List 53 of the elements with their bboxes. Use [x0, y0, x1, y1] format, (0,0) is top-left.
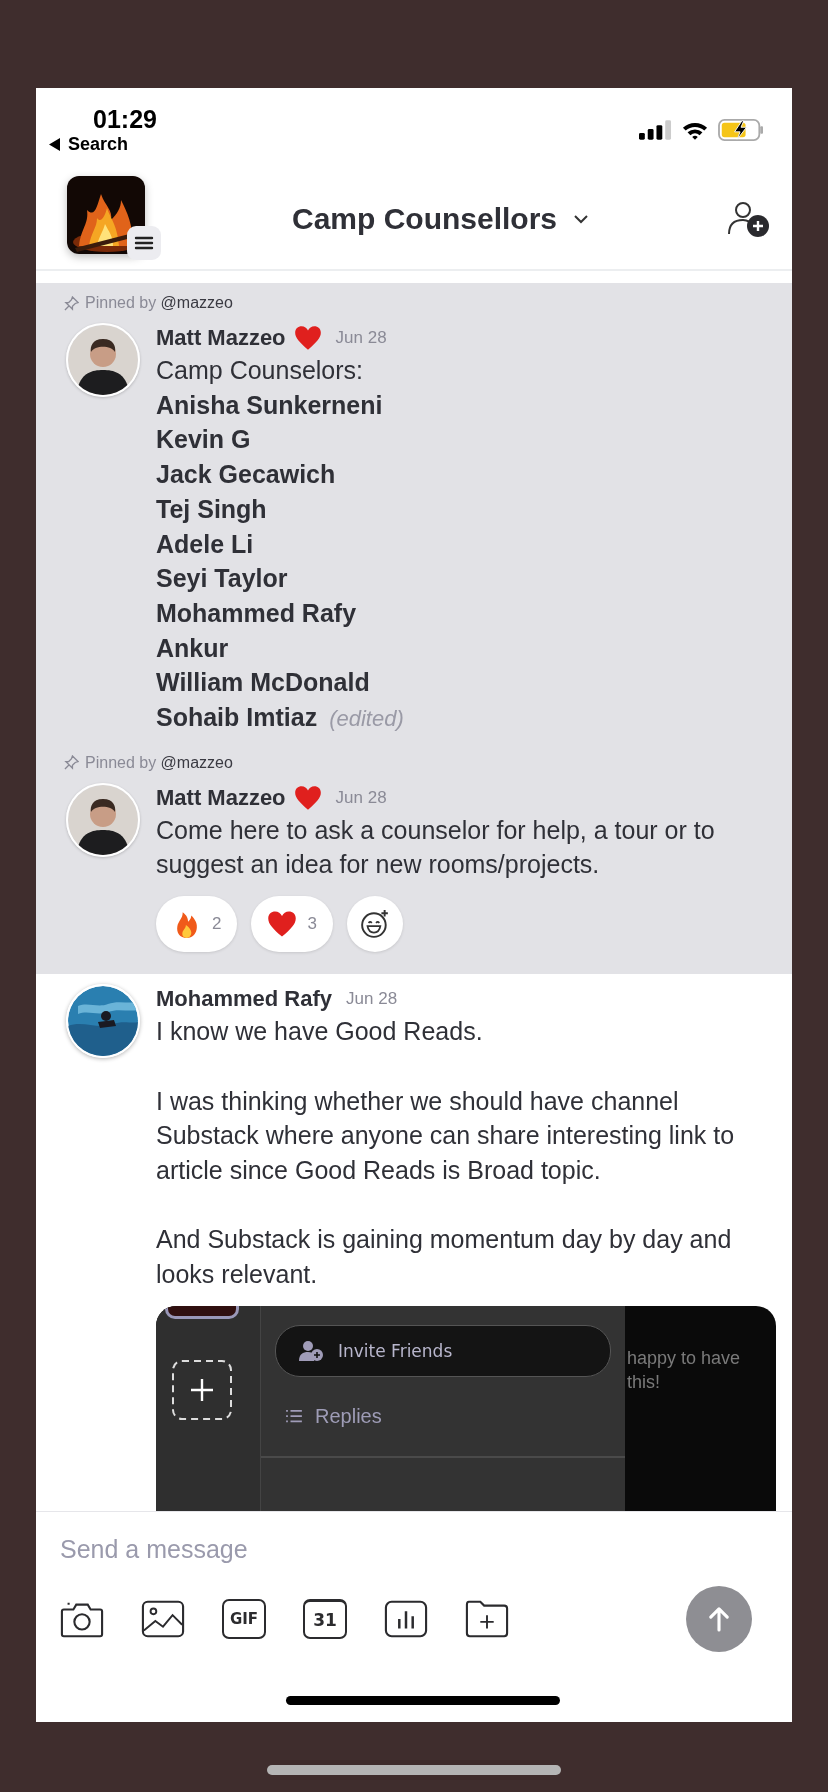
- add-emoji-icon: [359, 909, 390, 940]
- message-input[interactable]: Send a message: [60, 1534, 560, 1564]
- screenshot-attachment[interactable]: Invite Friends Replies happy to have this!: [156, 1305, 776, 1511]
- message-text: William McDonald: [156, 667, 371, 699]
- channel-title-dropdown[interactable]: Camp Counsellors: [145, 201, 726, 236]
- message-text: Mohammed Rafy: [156, 597, 358, 629]
- bar-chart-icon[interactable]: [384, 1599, 428, 1639]
- message-text: I was thinking whether we should have channel Substack where anyone can share interesting link to article since Good Reads is Broad topic.: [156, 1085, 736, 1186]
- author-name[interactable]: Mohammed Rafy: [156, 986, 333, 1013]
- preview-text: happy to have this!: [626, 1346, 742, 1394]
- message-date: Jun 28: [335, 787, 387, 808]
- author-name[interactable]: Matt Mazzeo: [156, 784, 286, 811]
- message-text: Camp Counselors:: [156, 355, 365, 386]
- arrow-up-icon: [708, 1605, 730, 1633]
- wifi-icon: [682, 120, 708, 140]
- clock-time: 01:29: [93, 104, 157, 134]
- message-text: I know we have Good Reads.: [156, 1016, 484, 1048]
- message-text: Tej Singh: [156, 493, 268, 525]
- author-name[interactable]: Matt Mazzeo: [156, 325, 286, 351]
- add-server-icon: [171, 1358, 233, 1421]
- chevron-down-icon: [573, 213, 590, 224]
- replies-item: Replies: [261, 1404, 625, 1428]
- message-date: Jun 28: [346, 989, 398, 1010]
- edited-label: (edited): [329, 706, 404, 733]
- message-text: Adele Li: [156, 528, 255, 560]
- message-text: Anisha Sunkerneni: [156, 389, 384, 421]
- message-text: And Substack is gaining momentum day by day and looks relevant.: [156, 1224, 733, 1291]
- add-user-icon[interactable]: [726, 199, 770, 238]
- message-text: Sohaib Imtiaz: [156, 702, 318, 734]
- message-text: Come here to ask a counselor for help, a tour or to suggest an idea for new rooms/projects.: [156, 814, 716, 881]
- menu-icon: [134, 234, 154, 251]
- battery-charging-icon: [718, 119, 764, 141]
- pinned-by-label: Pinned by @mazzeo: [85, 294, 233, 312]
- gif-button[interactable]: GIF: [222, 1599, 266, 1639]
- pinned-by-label: Pinned by @mazzeo: [85, 753, 233, 772]
- message-text: Seyi Taylor: [156, 563, 289, 595]
- list-icon: [285, 1409, 303, 1424]
- pin-icon: [64, 755, 79, 771]
- add-user-icon: [298, 1339, 324, 1362]
- add-reaction-button[interactable]: [346, 896, 403, 953]
- image-icon[interactable]: [141, 1599, 185, 1639]
- back-link[interactable]: Search: [68, 134, 129, 155]
- calendar-button[interactable]: 31: [303, 1599, 347, 1639]
- folder-add-icon[interactable]: [465, 1599, 509, 1639]
- message-date: Jun 28: [335, 328, 387, 348]
- signal-icon: [639, 120, 672, 140]
- message-text: Ankur: [156, 632, 230, 664]
- back-arrow-icon[interactable]: [49, 138, 60, 151]
- pin-icon: [64, 295, 79, 311]
- message-text: Jack Gecawich: [156, 459, 337, 491]
- invite-friends-button: Invite Friends: [275, 1324, 611, 1377]
- menu-button[interactable]: [127, 225, 161, 260]
- message-text: Kevin G: [156, 424, 252, 456]
